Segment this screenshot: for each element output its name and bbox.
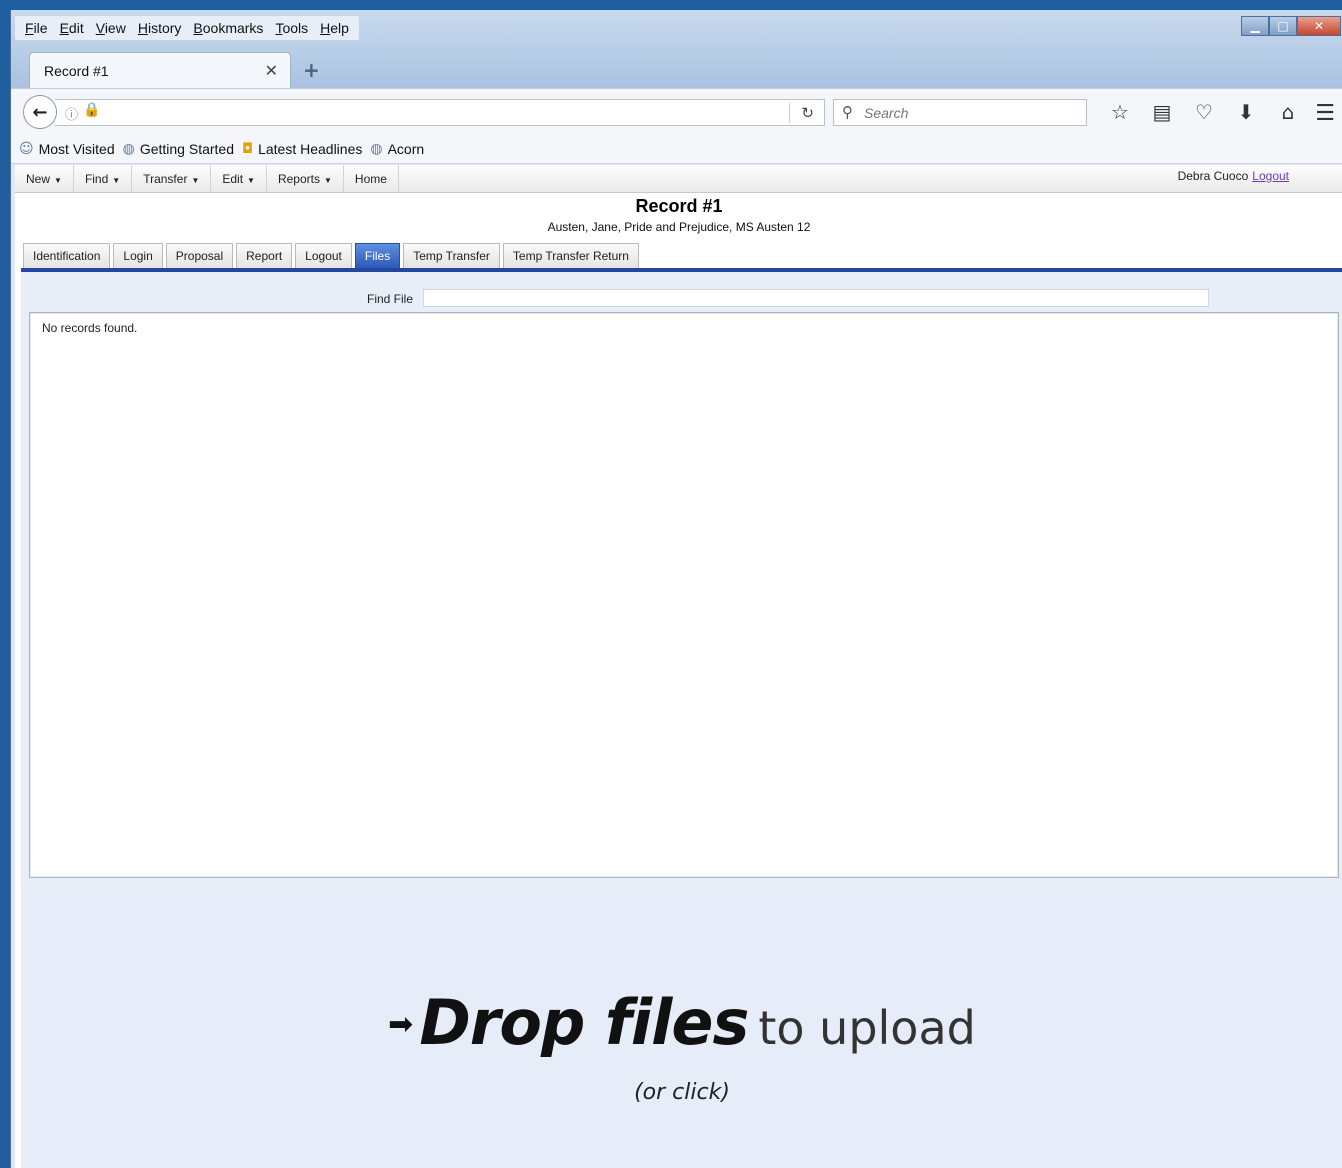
search-box[interactable]: ⚲ xyxy=(833,99,1087,126)
app-menu-new[interactable]: New ▼ xyxy=(15,165,74,192)
menu-view[interactable]: View xyxy=(90,16,132,40)
menu-file[interactable]: File xyxy=(19,16,54,40)
app-menu-home[interactable]: Home xyxy=(344,165,399,192)
tab-temp-transfer[interactable]: Temp Transfer xyxy=(403,243,500,268)
record-subtitle: Austen, Jane, Pride and Prejudice, MS Au… xyxy=(547,220,811,234)
find-file-label: Find File xyxy=(367,292,414,306)
web-page: New ▼ Find ▼ Transfer ▼ Edit ▼ Reports ▼ Home… xyxy=(15,165,1342,1168)
dropzone-subtext: (or click) xyxy=(634,1080,730,1105)
browser-window: File Edit View History Bookmarks Tools H… xyxy=(10,10,1342,1168)
caret-down-icon: ▼ xyxy=(112,176,121,185)
bookmark-star-icon[interactable]: ☆ xyxy=(1099,99,1141,125)
close-tab-icon[interactable]: ✕ xyxy=(265,61,278,80)
url-separator xyxy=(789,103,790,123)
browser-tab-title: Record #1 xyxy=(44,62,109,79)
user-name: Debra Cuoco xyxy=(1177,169,1249,183)
dropzone-strong-text: Drop files xyxy=(419,986,749,1059)
caret-down-icon: ▼ xyxy=(191,176,200,185)
search-input[interactable] xyxy=(864,102,1074,123)
tab-report[interactable]: Report xyxy=(236,243,293,268)
logout-link[interactable]: Logout xyxy=(1252,169,1289,183)
new-tab-icon[interactable]: + xyxy=(303,58,320,82)
record-tabs: Identification Login Proposal Report Log… xyxy=(23,243,639,268)
caret-down-icon: ▼ xyxy=(247,176,255,185)
pocket-icon[interactable]: ♡ xyxy=(1183,99,1225,125)
browser-tab-record[interactable]: Record #1 ✕ xyxy=(29,52,291,88)
empty-message: No records found. xyxy=(42,321,138,335)
user-icon: ☺ xyxy=(19,140,34,157)
app-menu-reports[interactable]: Reports ▼ xyxy=(267,165,344,192)
files-panel: Find File No records found. ➡Drop files t… xyxy=(21,272,1342,1168)
clipboard-icon[interactable]: ▤ xyxy=(1141,99,1183,125)
browser-titlebar: File Edit View History Bookmarks Tools H… xyxy=(11,10,1342,88)
tab-logout[interactable]: Logout xyxy=(295,243,352,268)
app-menubar: New ▼ Find ▼ Transfer ▼ Edit ▼ Reports ▼ Home xyxy=(15,165,1342,193)
globe-icon: ◍ xyxy=(370,140,383,157)
tab-temp-transfer-return[interactable]: Temp Transfer Return xyxy=(502,243,639,268)
home-icon[interactable]: ⌂ xyxy=(1267,99,1309,125)
files-results-list: No records found. xyxy=(29,312,1339,878)
tab-files[interactable]: Files xyxy=(354,243,401,268)
insecure-lock-icon[interactable]: 🔒 xyxy=(83,102,100,118)
navigation-toolbar: ⓘ 🔒 ↻ ← ⚲ ☆ ▤ ♡ ⬇ ⌂ ☰ xyxy=(11,88,1342,134)
search-icon: ⚲ xyxy=(842,103,853,121)
menu-bookmarks[interactable]: Bookmarks xyxy=(187,16,269,40)
menu-edit[interactable]: Edit xyxy=(54,16,90,40)
find-file-input[interactable] xyxy=(423,289,1209,307)
bookmark-latest-headlines[interactable]: ◘ Latest Headlines xyxy=(242,141,362,157)
url-bar[interactable]: ⓘ 🔒 ↻ xyxy=(55,99,825,126)
menu-history[interactable]: History xyxy=(132,16,188,40)
caret-down-icon: ▼ xyxy=(324,176,332,185)
tab-proposal[interactable]: Proposal xyxy=(165,243,234,268)
download-icon[interactable]: ⬇ xyxy=(1225,99,1267,125)
rss-icon: ◘ xyxy=(242,140,254,157)
arrow-right-icon: ➡ xyxy=(388,1007,414,1042)
bookmark-most-visited[interactable]: ☺ Most Visited xyxy=(19,141,115,157)
caret-down-icon: ▼ xyxy=(54,176,62,185)
bookmarks-toolbar: ☺ Most Visited ◍ Getting Started ◘ Lates… xyxy=(11,134,1342,164)
menu-help[interactable]: Help xyxy=(314,16,355,40)
app-menu-edit[interactable]: Edit ▼ xyxy=(211,165,267,192)
app-menu-find[interactable]: Find ▼ xyxy=(74,165,133,192)
tab-login[interactable]: Login xyxy=(113,243,163,268)
bookmark-acorn[interactable]: ◍ Acorn xyxy=(370,141,424,157)
close-window-icon[interactable]: ✕ xyxy=(1297,16,1341,36)
dropzone-light-text: to upload xyxy=(758,1001,976,1055)
menu-tools[interactable]: Tools xyxy=(269,16,314,40)
dropzone-heading: ➡Drop files to upload xyxy=(21,986,1342,1059)
browser-tab-strip: Record #1 ✕ + xyxy=(29,52,320,88)
hamburger-menu-icon[interactable]: ☰ xyxy=(1315,101,1335,126)
info-icon[interactable]: ⓘ xyxy=(65,104,78,123)
tab-identification[interactable]: Identification xyxy=(23,243,111,268)
maximize-icon[interactable]: □ xyxy=(1269,16,1297,36)
window-controls: ▁ □ ✕ xyxy=(1241,16,1341,36)
user-info: Debra Cuoco Logout xyxy=(1178,169,1289,183)
browser-menubar: File Edit View History Bookmarks Tools H… xyxy=(15,16,359,40)
reload-icon[interactable]: ↻ xyxy=(801,104,814,122)
minimize-icon[interactable]: ▁ xyxy=(1241,16,1269,36)
app-menu-transfer[interactable]: Transfer ▼ xyxy=(132,165,212,192)
record-title: Record #1 xyxy=(635,196,723,216)
file-dropzone[interactable]: ➡Drop files to upload (or click) xyxy=(21,890,1342,1168)
globe-icon: ◍ xyxy=(122,140,135,157)
back-arrow-icon[interactable]: ← xyxy=(23,95,57,129)
bookmark-getting-started[interactable]: ◍ Getting Started xyxy=(123,141,234,157)
toolbar-icons: ☆ ▤ ♡ ⬇ ⌂ xyxy=(1099,99,1309,125)
